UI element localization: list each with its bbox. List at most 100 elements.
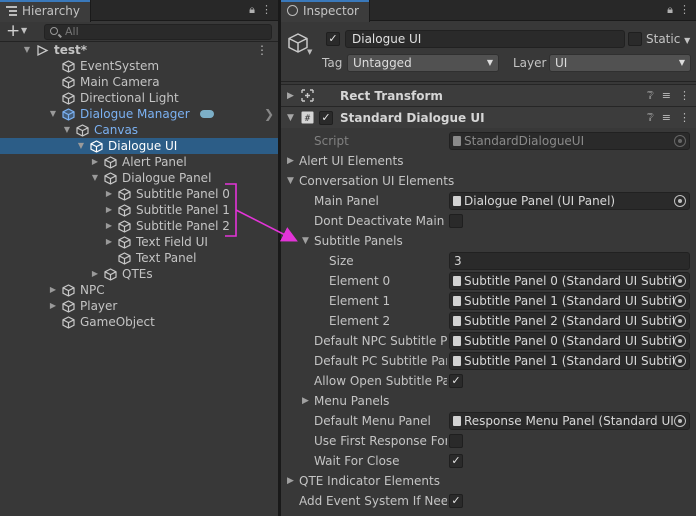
tree-item-player[interactable]: ▶ Player [0,298,278,314]
tree-item-canvas[interactable]: ▼ Canvas [0,122,278,138]
prop-conversation-ui-elements[interactable]: ▼ Conversation UI Elements [281,171,696,191]
tree-item-text-panel[interactable]: Text Panel [0,250,278,266]
tree-item-gameobject[interactable]: GameObject [0,314,278,330]
object-picker-icon[interactable] [674,275,686,287]
collapse-arrow-icon[interactable]: ▶ [90,266,100,282]
tree-item-text-field-ui[interactable]: ▶ Text Field UI [0,234,278,250]
collapse-arrow-icon[interactable]: ▶ [302,391,309,411]
object-picker-icon[interactable] [674,295,686,307]
gameobject-cube-icon [118,220,131,233]
kebab-menu-icon[interactable]: ⋮ [679,3,690,16]
expand-arrow-icon[interactable]: ▼ [22,42,32,58]
object-picker-icon[interactable] [674,195,686,207]
kebab-menu-icon[interactable]: ⋮ [256,42,268,58]
presets-icon[interactable]: ≡ [662,107,671,129]
component-rect-transform[interactable]: ▶ Rect Transform ❔︎ ≡ ⋮ [281,84,696,106]
collapse-arrow-icon[interactable]: ▶ [90,154,100,170]
help-icon[interactable]: ❔︎ [647,107,654,129]
prop-element-0: Element 0 Subtitle Panel 0 (Standard UI S… [281,271,696,291]
help-icon[interactable]: ❔︎ [647,85,654,107]
collapse-arrow-icon[interactable]: ▶ [287,151,294,171]
tree-item-test[interactable]: ▼ test* ⋮ [0,42,278,58]
tree-item-alert-panel[interactable]: ▶ Alert Panel [0,154,278,170]
collapse-arrow-icon[interactable]: ▶ [48,282,58,298]
gameobject-cube-icon[interactable] [287,32,309,54]
toggle-checkbox[interactable] [449,214,463,228]
object-picker-icon[interactable] [674,415,686,427]
tree-item-eventsystem[interactable]: EventSystem [0,58,278,74]
field-value: 3 [454,254,462,268]
size-field[interactable]: 3 [449,252,690,270]
object-field[interactable]: Response Menu Panel (Standard UI Menu Pa… [449,412,690,430]
collapse-arrow-icon[interactable]: ▶ [104,218,114,234]
tag-dropdown[interactable]: Untagged ▼ [347,54,499,72]
expand-arrow-icon[interactable]: ▼ [287,107,294,129]
tree-item-qtes[interactable]: ▶ QTEs [0,266,278,282]
tree-item-subtitle-panel-2[interactable]: ▶ Subtitle Panel 2 [0,218,278,234]
scene-icon [36,44,49,57]
collapse-arrow-icon[interactable]: ▶ [48,298,58,314]
tab-hierarchy[interactable]: Hierarchy [0,0,92,22]
chevron-right-icon[interactable]: ❯ [264,106,274,122]
object-field[interactable]: Dialogue Panel (UI Panel) [449,192,690,210]
kebab-menu-icon[interactable]: ⋮ [261,3,272,16]
lock-icon[interactable]: 🔒︎ [249,3,255,17]
prop-wait-for-close: Wait For Close ✓ [281,451,696,471]
expand-arrow-icon[interactable]: ▼ [62,122,72,138]
object-picker-icon[interactable] [674,355,686,367]
toggle-checkbox[interactable]: ✓ [449,494,463,508]
tree-item-dialogue-ui[interactable]: ▼ Dialogue UI [0,138,278,154]
collapse-arrow-icon[interactable]: ▶ [287,85,294,107]
tree-item-subtitle-panel-1[interactable]: ▶ Subtitle Panel 1 [0,202,278,218]
tree-item-main-camera[interactable]: Main Camera [0,74,278,90]
expand-arrow-icon[interactable]: ▼ [48,106,58,122]
component-enabled-checkbox[interactable]: ✓ [319,111,333,125]
prop-subtitle-panels[interactable]: ▼ Subtitle Panels [281,231,696,251]
expand-arrow-icon[interactable]: ▼ [287,171,294,191]
chevron-down-icon[interactable]: ▼ [21,26,27,35]
object-picker-icon[interactable] [674,335,686,347]
object-name-field[interactable]: Dialogue UI [345,30,625,48]
toggle-checkbox[interactable]: ✓ [449,374,463,388]
object-field[interactable]: Subtitle Panel 0 (Standard UI Subtitle P… [449,272,690,290]
collapse-arrow-icon[interactable]: ▶ [104,202,114,218]
tree-item-subtitle-panel-0[interactable]: ▶ Subtitle Panel 0 [0,186,278,202]
expand-arrow-icon[interactable]: ▼ [76,138,86,154]
prop-label: Dont Deactivate Main Panel [314,214,447,228]
tree-item-directional-light[interactable]: Directional Light [0,90,278,106]
tree-item-dialogue-panel[interactable]: ▼ Dialogue Panel [0,170,278,186]
static-checkbox[interactable] [628,32,642,46]
component-standard-dialogue-ui[interactable]: ▼ # ✓ Standard Dialogue UI ❔︎ ≡ ⋮ [281,106,696,128]
tab-inspector[interactable]: Inspector [281,0,370,22]
search-input[interactable]: All [44,24,272,40]
object-field[interactable]: Subtitle Panel 1 (Standard UI Subtitle P… [449,352,690,370]
collapse-arrow-icon[interactable]: ▶ [104,234,114,250]
collapse-arrow-icon[interactable]: ▶ [287,471,294,491]
add-icon[interactable]: + [6,22,20,40]
object-picker-icon[interactable] [674,315,686,327]
active-checkbox[interactable]: ✓ [326,32,340,46]
lock-icon[interactable]: 🔒︎ [667,3,673,17]
collapse-arrow-icon[interactable]: ▶ [104,186,114,202]
prop-qte-indicator-elements[interactable]: ▶ QTE Indicator Elements [281,471,696,491]
static-label[interactable]: Static ▼ [646,32,690,46]
prop-menu-panels[interactable]: ▶ Menu Panels [281,391,696,411]
tree-item-label: Directional Light [80,91,179,105]
kebab-menu-icon[interactable]: ⋮ [679,107,690,129]
tree-item-dialogue-manager[interactable]: ▼ Dialogue Manager ❯ [0,106,278,122]
icon-dropdown-icon[interactable]: ▼ [307,48,312,56]
toggle-checkbox[interactable] [449,434,463,448]
prop-default-npc-subtitle-panel: Default NPC Subtitle Panel Subtitle Panel… [281,331,696,351]
presets-icon[interactable]: ≡ [662,85,671,107]
toggle-checkbox[interactable]: ✓ [449,454,463,468]
tree-item-npc[interactable]: ▶ NPC [0,282,278,298]
kebab-menu-icon[interactable]: ⋮ [679,85,690,107]
expand-arrow-icon[interactable]: ▼ [90,170,100,186]
object-field[interactable]: Subtitle Panel 0 (Standard UI Subtitle P… [449,332,690,350]
expand-arrow-icon[interactable]: ▼ [302,231,309,251]
object-field[interactable]: Subtitle Panel 1 (Standard UI Subtitle P… [449,292,690,310]
layer-label: Layer [513,56,547,70]
layer-dropdown[interactable]: UI ▼ [549,54,691,72]
prop-alert-ui-elements[interactable]: ▶ Alert UI Elements [281,151,696,171]
object-field[interactable]: Subtitle Panel 2 (Standard UI Subtitle P… [449,312,690,330]
